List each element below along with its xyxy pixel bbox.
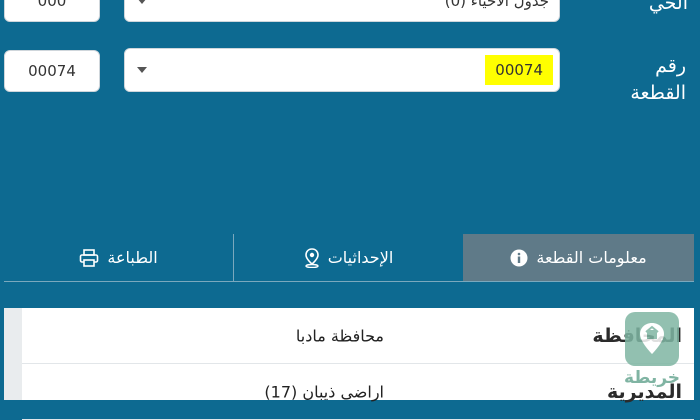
tab-coordinates[interactable]: الإحداثيات: [234, 234, 463, 281]
tab-parcel-info[interactable]: معلومات القطعة: [463, 234, 694, 281]
map-pin-icon: [304, 247, 320, 268]
printer-icon: [79, 248, 99, 267]
tab-print[interactable]: الطباعة: [4, 234, 233, 281]
watermark-text: خريطة: [623, 368, 681, 388]
map-pin-icon: [625, 312, 679, 366]
district-label: الحي: [648, 0, 688, 14]
site-watermark: خريطة: [614, 312, 690, 398]
row-value-directorate: اراضى ذيبان (17): [264, 382, 384, 401]
parcel-info-table: المحافظة محافظة مادبا المديرية اراضى ذيب…: [4, 308, 694, 420]
parcel-code-field[interactable]: 00074: [4, 50, 100, 92]
district-code-value: 000: [37, 0, 67, 10]
district-select-value: جدول الأحياء (0): [444, 0, 549, 10]
info-icon: [510, 249, 528, 267]
scrollbar[interactable]: [4, 308, 22, 400]
tab-parcel-info-label: معلومات القطعة: [536, 248, 647, 267]
tab-bar: الطباعة الإحداثيات معلومات القطعة: [4, 234, 694, 282]
parcel-number-select[interactable]: 00074: [124, 48, 560, 92]
parcel-code-value: 00074: [28, 62, 76, 80]
table-row: المحافظة محافظة مادبا: [22, 308, 694, 364]
district-select[interactable]: جدول الأحياء (0): [124, 0, 560, 22]
parcel-select-value: 00074: [485, 55, 553, 85]
tab-print-label: الطباعة: [107, 248, 158, 267]
chevron-down-icon: [137, 0, 147, 4]
parcel-number-label: رقم القطعة: [606, 53, 686, 107]
tab-coordinates-label: الإحداثيات: [327, 248, 394, 267]
parcel-label-line2: القطعة: [630, 82, 686, 104]
row-value-governorate: محافظة مادبا: [295, 326, 384, 345]
table-row: المديرية اراضى ذيبان (17): [22, 364, 694, 420]
chevron-down-icon: [137, 67, 147, 73]
parcel-label-line1: رقم: [655, 55, 686, 77]
district-code-field[interactable]: 000: [4, 0, 100, 22]
